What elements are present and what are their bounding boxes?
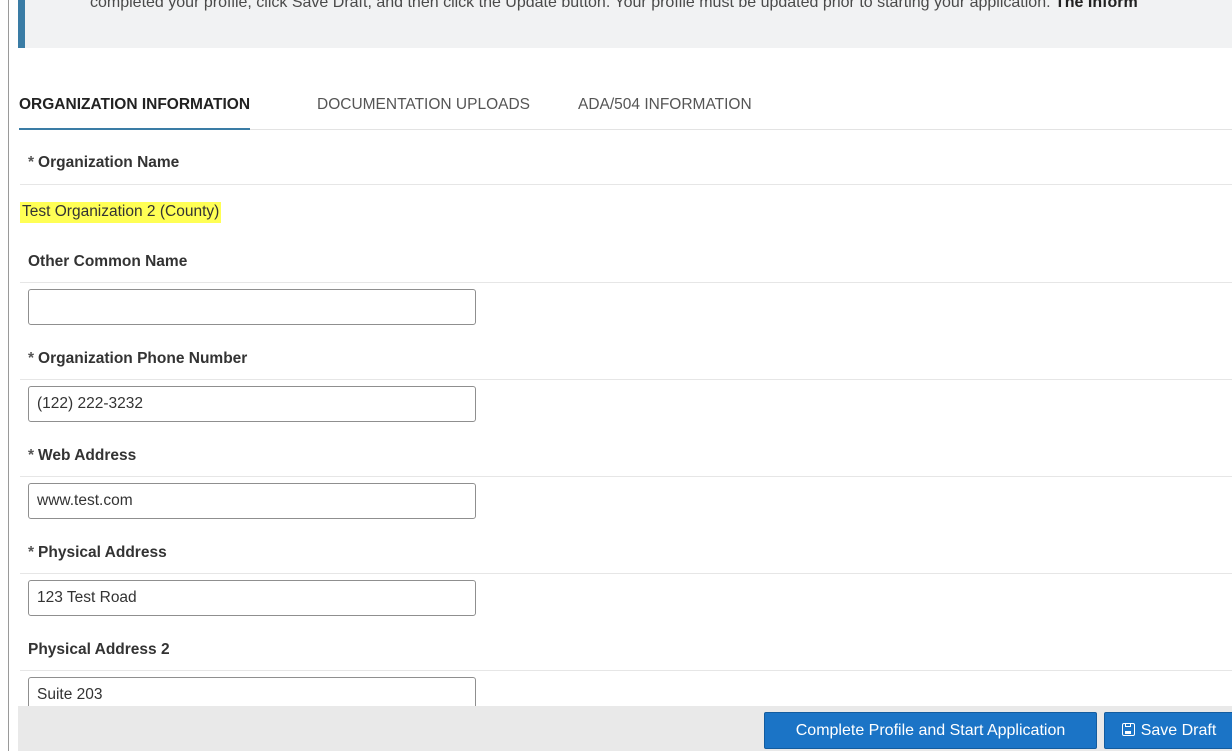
divider bbox=[20, 184, 1232, 185]
save-icon bbox=[1121, 723, 1135, 736]
web-address-label: * Web Address bbox=[28, 447, 137, 464]
web-address-input[interactable] bbox=[28, 483, 476, 519]
divider bbox=[20, 573, 1232, 574]
profile-notice: completed your profile, click Save Draft… bbox=[18, 0, 1232, 48]
tab-documentation-uploads[interactable]: DOCUMENTATION UPLOADS bbox=[317, 82, 530, 128]
divider bbox=[20, 476, 1232, 477]
other-common-name-label: Other Common Name bbox=[28, 253, 188, 270]
organization-phone-label: * Organization Phone Number bbox=[28, 350, 248, 367]
complete-profile-button[interactable]: Complete Profile and Start Application bbox=[764, 712, 1097, 749]
notice-bold-text: The Inform bbox=[1055, 0, 1138, 11]
tab-ada-504-information[interactable]: ADA/504 INFORMATION bbox=[578, 82, 752, 128]
physical-address-2-label: Physical Address 2 bbox=[28, 641, 170, 658]
divider bbox=[20, 379, 1232, 380]
required-marker: * bbox=[28, 154, 35, 171]
organization-name-label: * Organization Name bbox=[28, 154, 180, 171]
physical-address-input[interactable] bbox=[28, 580, 476, 616]
divider bbox=[20, 670, 1232, 671]
notice-accent-bar bbox=[18, 0, 25, 48]
organization-phone-input[interactable] bbox=[28, 386, 476, 422]
required-marker: * bbox=[28, 447, 35, 464]
divider bbox=[20, 282, 1232, 283]
tab-bar: ORGANIZATION INFORMATION DOCUMENTATION U… bbox=[19, 82, 1232, 130]
page-frame: completed your profile, click Save Draft… bbox=[8, 0, 1232, 751]
notice-text: completed your profile, click Save Draft… bbox=[90, 0, 1138, 12]
save-draft-label: Save Draft bbox=[1140, 722, 1217, 739]
required-marker: * bbox=[28, 544, 35, 561]
required-marker: * bbox=[28, 350, 35, 367]
save-draft-button[interactable]: Save Draft bbox=[1104, 712, 1232, 749]
footer-action-bar: Complete Profile and Start Application S… bbox=[18, 706, 1232, 751]
tab-organization-information[interactable]: ORGANIZATION INFORMATION bbox=[19, 82, 251, 130]
other-common-name-input[interactable] bbox=[28, 289, 476, 325]
physical-address-label: * Physical Address bbox=[28, 544, 167, 561]
notice-message: completed your profile, click Save Draft… bbox=[90, 0, 1051, 11]
organization-name-value: Test Organization 2 (County) bbox=[20, 202, 222, 223]
